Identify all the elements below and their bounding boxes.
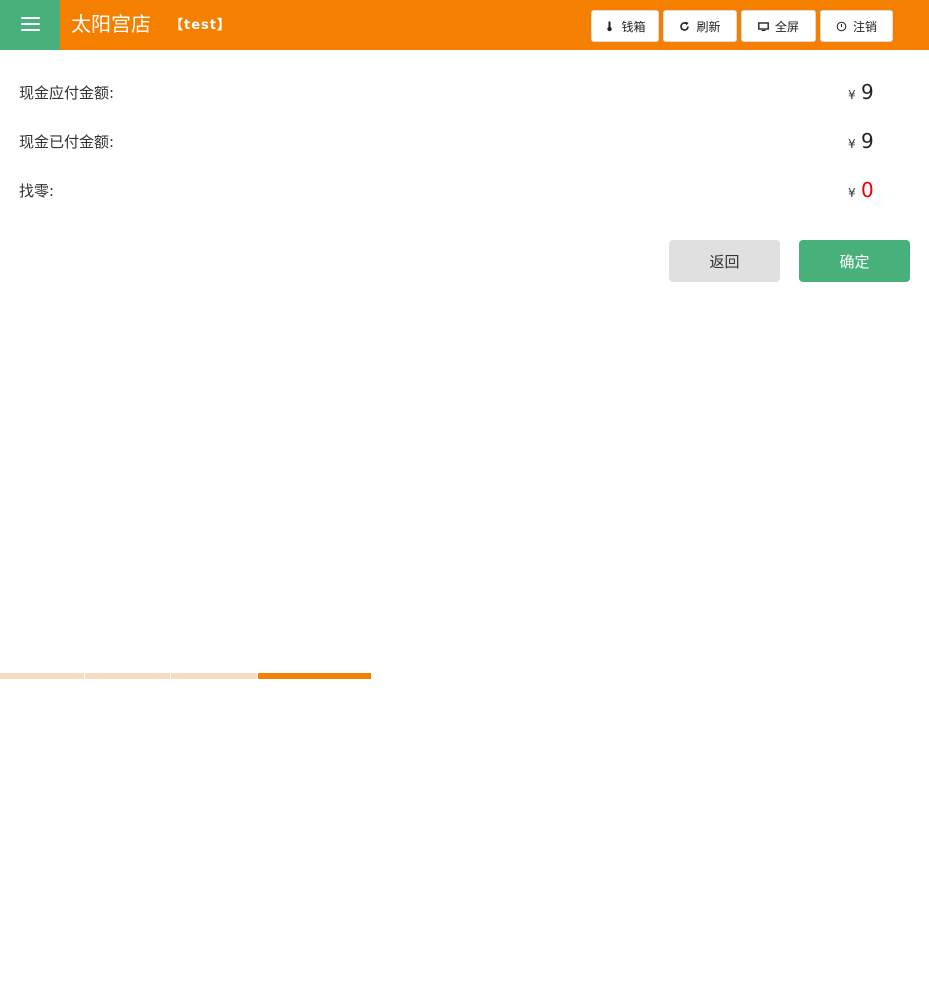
store-tag: 【test】 [170, 18, 231, 33]
step-progress-bar [0, 673, 371, 679]
logout-label: 注销 [852, 19, 877, 34]
amount-paid-label: 现金已付金额: [19, 133, 115, 151]
refresh-icon [680, 21, 690, 31]
menu-icon-bar [21, 23, 40, 25]
top-bar: 太阳宫店 【test】 钱箱 刷新 全屏 注销 [0, 0, 929, 50]
amount-paid-value: 9 [861, 129, 874, 153]
amount-due-value: 9 [861, 80, 874, 104]
progress-step-4 [258, 673, 371, 679]
monitor-icon [758, 21, 769, 31]
refresh-button[interactable]: 刷新 [663, 10, 737, 42]
currency-symbol: ¥ [848, 186, 856, 200]
progress-step-1 [0, 673, 84, 679]
change-value: 0 [861, 178, 874, 202]
currency-symbol: ¥ [848, 137, 856, 151]
amount-due-row: 现金应付金额: ¥ 9 [0, 78, 929, 108]
amount-paid-row: 现金已付金额: ¥ 9 [0, 127, 929, 157]
change-row: 找零: ¥ 0 [0, 176, 929, 206]
store-name: 太阳宫店 [71, 12, 151, 36]
confirm-button[interactable]: 确定 [799, 240, 910, 282]
currency-symbol: ¥ [848, 88, 856, 102]
menu-icon-bar [21, 29, 40, 31]
logout-button[interactable]: 注销 [820, 10, 893, 42]
back-button[interactable]: 返回 [669, 240, 780, 282]
menu-icon [21, 17, 40, 19]
cashbox-button[interactable]: 钱箱 [591, 10, 659, 42]
change-label: 找零: [19, 182, 55, 200]
power-icon [836, 21, 847, 31]
menu-button[interactable] [0, 0, 60, 50]
fullscreen-button[interactable]: 全屏 [741, 10, 816, 42]
amount-due-label: 现金应付金额: [19, 84, 115, 102]
refresh-label: 刷新 [696, 19, 721, 34]
cashbox-label: 钱箱 [621, 19, 646, 34]
fullscreen-label: 全屏 [774, 19, 799, 34]
progress-step-3 [171, 673, 257, 679]
cashbox-icon [607, 21, 613, 31]
progress-step-2 [85, 673, 170, 679]
